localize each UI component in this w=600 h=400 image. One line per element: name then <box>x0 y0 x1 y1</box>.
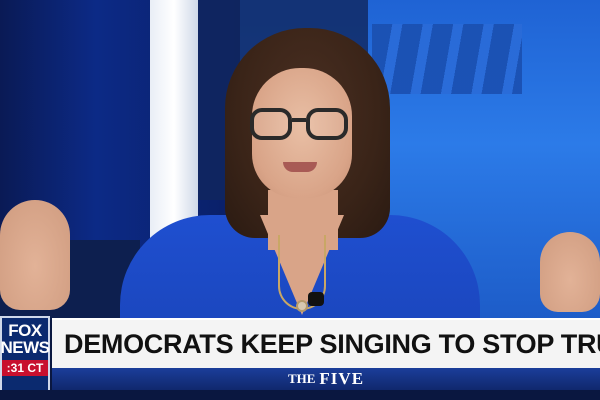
glasses <box>250 108 350 142</box>
logo-line-news: NEWS <box>0 338 51 357</box>
glasses-bridge <box>292 118 306 122</box>
anchor-mouth <box>283 162 317 172</box>
show-name-prefix: THE <box>287 371 316 386</box>
video-frame: FOX NEWS :31 CT DEMOCRATS KEEP SINGING T… <box>0 0 600 400</box>
glasses-lens-right <box>306 108 348 140</box>
necklace-pendant <box>296 300 308 312</box>
lower-third: FOX NEWS :31 CT DEMOCRATS KEEP SINGING T… <box>0 312 600 394</box>
lapel-mic-icon <box>308 292 324 306</box>
bottom-strip <box>0 390 600 400</box>
fox-news-logo: FOX NEWS :31 CT <box>0 316 50 394</box>
anchor-hand-right <box>540 232 600 312</box>
headline-bar: DEMOCRATS KEEP SINGING TO STOP TRUMP <box>52 318 600 368</box>
show-name-bar: THE FIVE <box>52 368 600 390</box>
glasses-lens-left <box>250 108 292 140</box>
studio-wall-panel <box>372 24 522 94</box>
headline-text: DEMOCRATS KEEP SINGING TO STOP TRUMP <box>64 328 600 359</box>
anchor-hand-left <box>0 200 70 310</box>
show-name: FIVE <box>319 369 365 388</box>
logo-line-fox: FOX <box>8 321 42 340</box>
broadcast-clock: :31 CT <box>2 360 48 376</box>
